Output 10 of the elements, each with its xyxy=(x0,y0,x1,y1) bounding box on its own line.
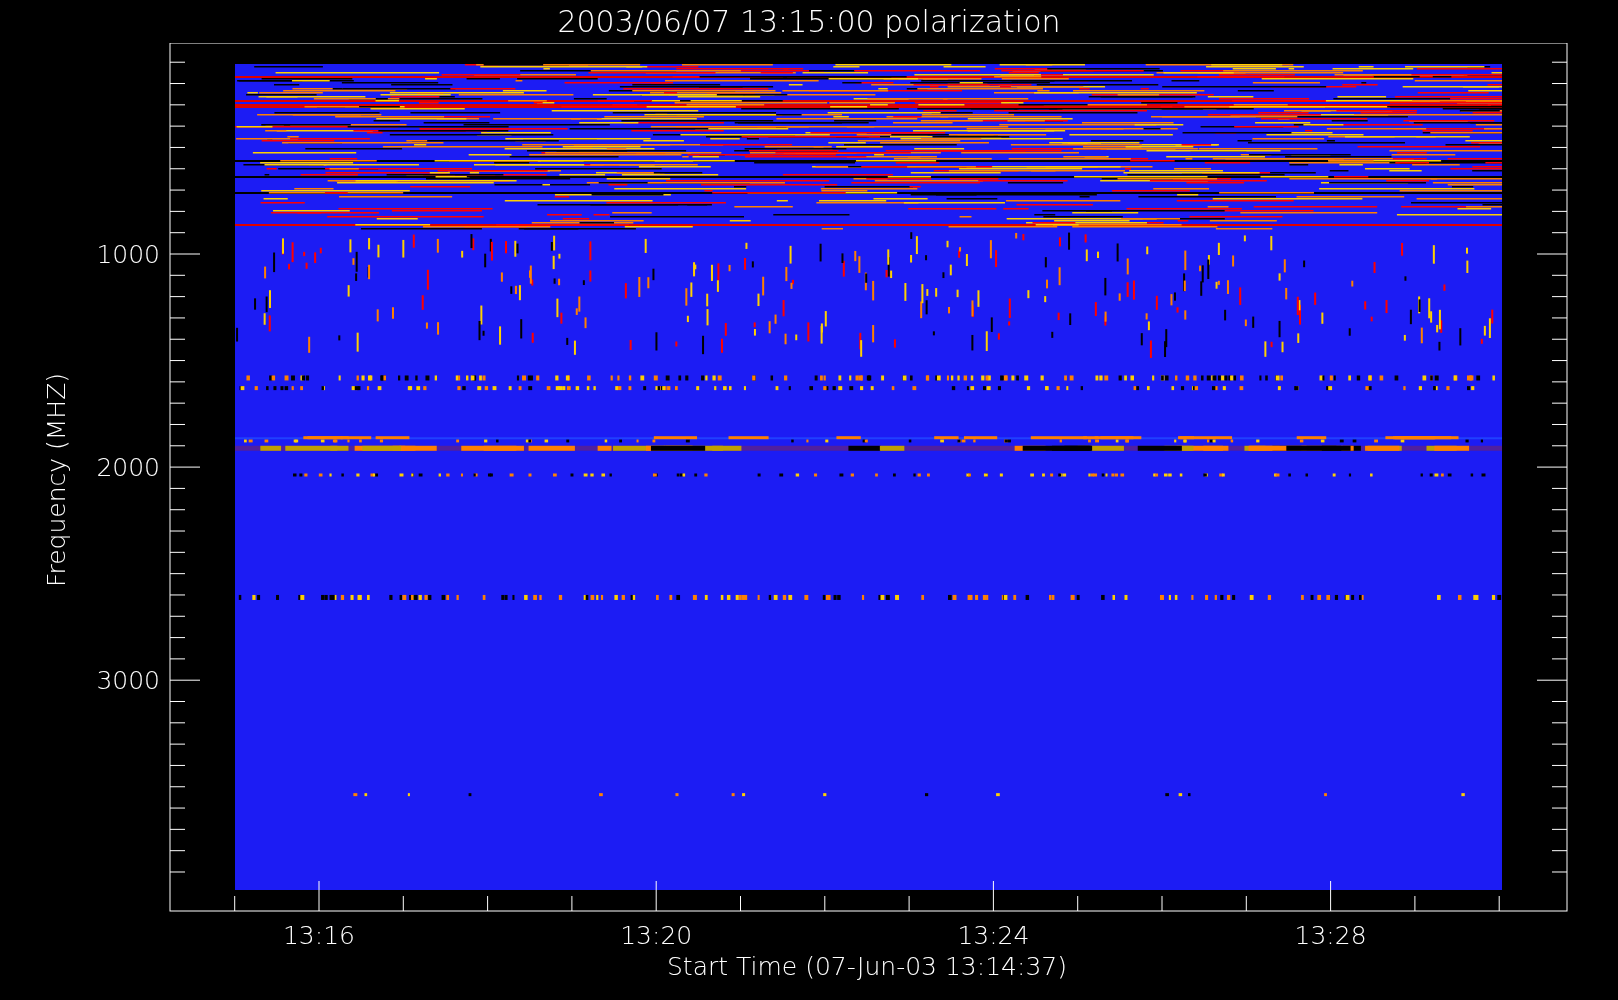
x-tick-label: 13:24 xyxy=(957,921,1030,950)
y-tick-label: 2000 xyxy=(96,453,160,483)
y-tick-label: 3000 xyxy=(96,666,160,696)
x-tick-label: 13:28 xyxy=(1294,921,1367,950)
x-tick-label: 13:16 xyxy=(283,921,355,950)
plot-title: 2003/06/07 13:15:00 polarization xyxy=(557,6,1061,37)
x-axis-label: Start Time (07-Jun-03 13:14:37) xyxy=(667,952,1067,981)
y-axis-label: Frequency (MHZ) xyxy=(42,372,71,588)
x-tick-label: 13:20 xyxy=(620,921,693,950)
y-tick-label: 1000 xyxy=(96,240,160,269)
